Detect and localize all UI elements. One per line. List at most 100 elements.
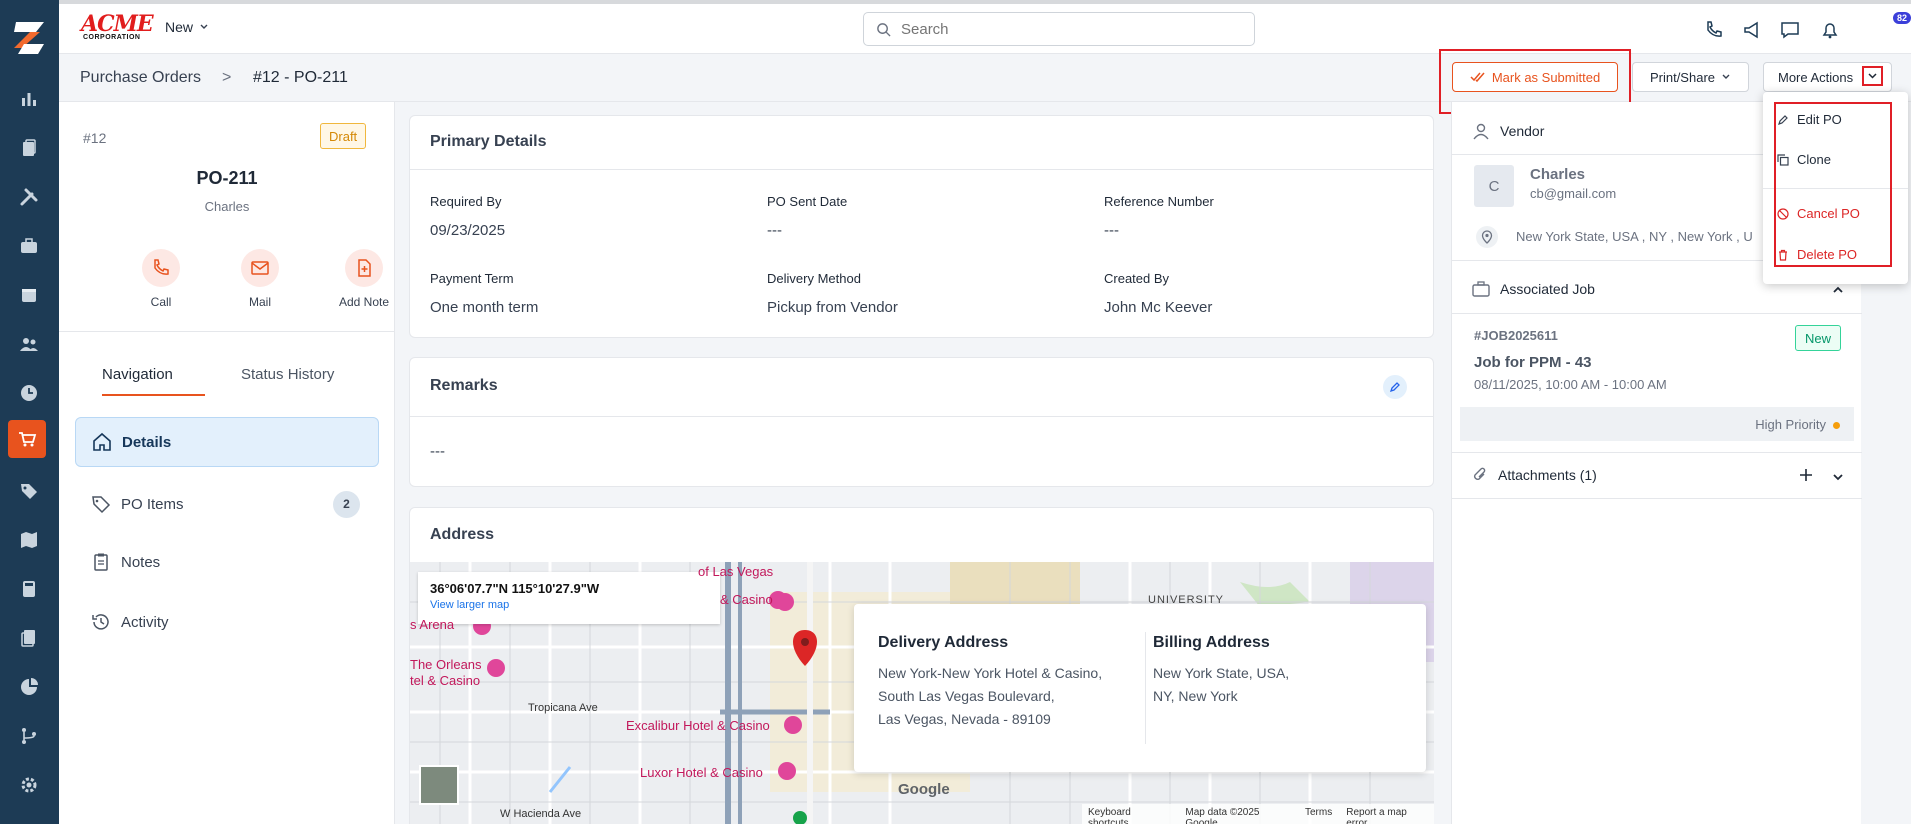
map-place-label: tel & Casino: [410, 673, 481, 688]
vendor-section-header: Vendor: [1472, 122, 1544, 140]
job-name[interactable]: Job for PPM - 43: [1474, 354, 1592, 371]
section-title: Address: [430, 526, 495, 543]
phone-icon[interactable]: [1702, 18, 1726, 42]
plus-icon[interactable]: [1799, 468, 1813, 482]
address-line: South Las Vegas Boulevard,: [878, 688, 1055, 704]
attachments-header[interactable]: Attachments (1): [1472, 466, 1597, 484]
phone-icon: [142, 249, 180, 287]
cart-icon[interactable]: [8, 420, 46, 458]
app-logo-icon[interactable]: [10, 18, 48, 58]
nav-item-notes[interactable]: Notes: [75, 537, 379, 587]
chat-icon[interactable]: [1778, 18, 1802, 42]
workflow-icon[interactable]: [14, 721, 44, 751]
tag-icon: [92, 496, 111, 514]
breadcrumb-separator: >: [222, 69, 232, 86]
bell-icon[interactable]: [1818, 18, 1842, 42]
more-actions-chevron-toggle[interactable]: [1862, 66, 1883, 86]
po-id: PO-211: [196, 168, 258, 188]
map-data-text: Map data ©2025 Google: [1185, 807, 1260, 824]
vendor-title: Vendor: [1500, 123, 1545, 139]
mail-action[interactable]: Mail: [220, 249, 300, 309]
more-actions-label: More Actions: [1778, 69, 1854, 85]
new-dropdown[interactable]: New: [165, 19, 209, 35]
clock-icon[interactable]: [14, 378, 44, 408]
job-id[interactable]: #JOB2025611: [1474, 328, 1558, 343]
field-label: Required By: [430, 194, 502, 209]
breadcrumb-parent[interactable]: Purchase Orders: [80, 69, 201, 87]
address-line: New York State, USA,: [1153, 665, 1290, 681]
search-input[interactable]: [901, 20, 1221, 38]
breadcrumb-current: #12 - PO-211: [253, 69, 348, 86]
field-label: Reference Number: [1104, 194, 1214, 209]
section-title: Primary Details: [430, 133, 547, 150]
address-map[interactable]: 36°06'07.7"N 115°10'27.9"W View larger m…: [410, 562, 1434, 824]
megaphone-icon[interactable]: [1740, 18, 1764, 42]
keyboard-shortcuts-link[interactable]: Keyboard shortcuts: [1088, 807, 1171, 824]
report-map-error-link[interactable]: Report a map error: [1346, 807, 1428, 824]
po-number: #12: [83, 130, 107, 146]
field-value: One month term: [430, 299, 539, 316]
add-note-action[interactable]: Add Note: [324, 249, 404, 309]
new-label: New: [165, 19, 194, 35]
chevron-down-icon: [1722, 74, 1730, 79]
chevron-up-icon[interactable]: [1832, 285, 1844, 295]
vendor-avatar: C: [1474, 165, 1514, 207]
terms-link[interactable]: Terms: [1305, 807, 1332, 821]
calendar-icon[interactable]: [14, 280, 44, 310]
documents-icon[interactable]: [14, 623, 44, 653]
nav-item-activity[interactable]: Activity: [75, 597, 379, 647]
divider: [1452, 498, 1862, 499]
briefcase-icon[interactable]: [14, 231, 44, 261]
brand-subtitle: CORPORATION: [83, 34, 141, 41]
add-note-icon: [345, 249, 383, 287]
tag-rail-icon[interactable]: [14, 476, 44, 506]
nav-item-details[interactable]: Details: [75, 417, 379, 467]
divider: [1452, 452, 1862, 453]
map-street-label: Tropicana Ave: [528, 702, 598, 714]
map-icon[interactable]: [14, 525, 44, 555]
pencil-icon: [1389, 382, 1400, 393]
vendor-email[interactable]: cb@gmail.com: [1530, 186, 1616, 201]
brand-logo[interactable]: ACME CORPORATION: [81, 13, 154, 44]
home-icon: [93, 432, 111, 451]
nav-item-po-items[interactable]: PO Items 2: [75, 479, 379, 529]
address-line: New York-New York Hotel & Casino,: [878, 665, 1103, 681]
settings-icon[interactable]: [14, 770, 44, 800]
address-line: NY, New York: [1153, 688, 1238, 704]
map-info-box: 36°06'07.7"N 115°10'27.9"W View larger m…: [418, 572, 720, 624]
tools-icon[interactable]: [14, 182, 44, 212]
vendor-name[interactable]: Charles: [1530, 166, 1585, 183]
associated-job-header[interactable]: Associated Job: [1472, 281, 1595, 297]
edit-remarks-button[interactable]: [1383, 375, 1407, 399]
tab-navigation[interactable]: Navigation: [102, 366, 173, 383]
view-larger-map-link[interactable]: View larger map: [430, 599, 708, 611]
google-logo: Google: [898, 781, 950, 798]
left-rail: [0, 0, 59, 824]
divider: [1145, 632, 1146, 744]
print-share-label: Print/Share: [1649, 69, 1716, 85]
reports-icon[interactable]: [14, 84, 44, 114]
map-street-label: W Hacienda Ave: [500, 808, 582, 820]
call-action[interactable]: Call: [121, 249, 201, 309]
mail-icon: [241, 249, 279, 287]
po-items-count-badge: 2: [333, 490, 360, 518]
tasks-icon[interactable]: [14, 133, 44, 163]
active-tab-underline: [102, 394, 205, 396]
add-note-label: Add Note: [338, 295, 390, 309]
remarks-card: Remarks ---: [409, 357, 1434, 487]
users-icon[interactable]: [14, 329, 44, 359]
nav-item-label: PO Items: [121, 495, 184, 513]
divider: [410, 169, 1433, 170]
pie-chart-icon[interactable]: [14, 672, 44, 702]
mail-label: Mail: [248, 295, 271, 309]
billing-address-title: Billing Address: [1153, 634, 1270, 651]
priority-row: High Priority: [1460, 407, 1854, 441]
chevron-down-icon[interactable]: [1832, 472, 1844, 482]
delivery-address-lines: New York-New York Hotel & Casino, South …: [878, 662, 1102, 731]
field-label: Delivery Method: [767, 271, 861, 286]
chevron-down-icon: [200, 24, 208, 29]
tab-status-history[interactable]: Status History: [241, 366, 334, 383]
calculator-icon[interactable]: [14, 574, 44, 604]
print-share-button[interactable]: Print/Share: [1632, 62, 1749, 92]
search-box[interactable]: [863, 12, 1255, 46]
